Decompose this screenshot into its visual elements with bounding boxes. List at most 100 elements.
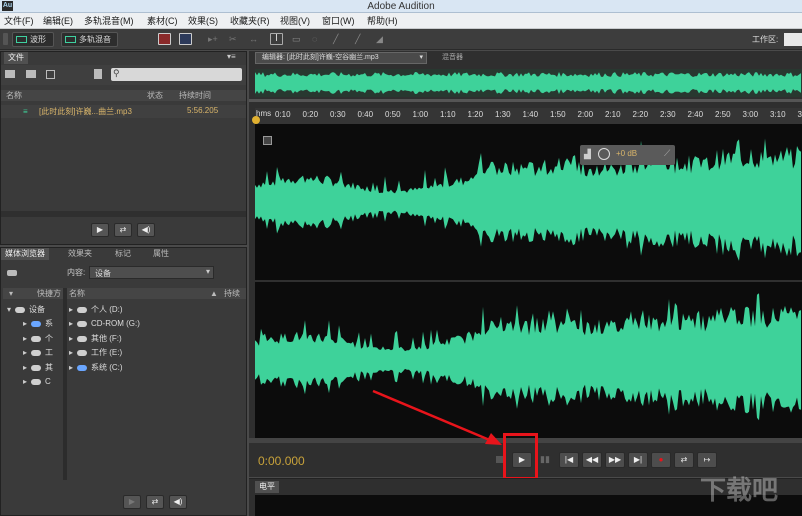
drive-icon [15, 306, 25, 313]
ruler-tick-label: 2:30 [660, 110, 676, 119]
razor-tool-icon[interactable]: ✂ [229, 33, 242, 45]
pin-icon[interactable]: ⟋ [664, 148, 670, 159]
tree-item[interactable]: ▸ 工 [23, 346, 53, 360]
menu-window[interactable]: 窗口(W) [322, 13, 355, 29]
autoplay-media-button[interactable]: ◀) [169, 495, 187, 509]
tree-item[interactable]: ▸ 系 [23, 317, 53, 331]
media-browser-panel: 媒体浏览器 效果夹 标记 属性 内容: 设备 ▾ ▾ 快捷方 ▾ 设备 ▸ 系 ▸ 个… [0, 247, 247, 516]
stamp-tool-icon[interactable]: ◢ [376, 33, 389, 45]
content-value: 设备 [95, 269, 111, 278]
tree-device[interactable]: ▾ 设备 [7, 303, 45, 317]
col-status[interactable]: 状态 [147, 90, 163, 101]
tab-effects-rack[interactable]: 效果夹 [64, 248, 96, 260]
file-name: [此时此刻]许巍...曲兰.mp3 [39, 107, 132, 116]
stop-icon[interactable] [496, 456, 503, 463]
spectral-icon[interactable] [158, 33, 171, 45]
menu-effects[interactable]: 效果(S) [188, 13, 218, 29]
go-start-button[interactable]: |◀ [559, 452, 579, 468]
file-row[interactable]: ≡ [此时此刻]许巍...曲兰.mp3 5:56.205 [1, 105, 246, 118]
drive-row[interactable]: ▸ 个人 (D:) [69, 303, 123, 317]
volume-knob-icon[interactable] [598, 148, 610, 160]
tab-properties[interactable]: 属性 [149, 248, 173, 260]
pitch-display-icon[interactable] [179, 33, 192, 45]
rewind-button[interactable]: ◀◀ [582, 452, 602, 468]
time-selection-tool-icon[interactable]: I [270, 33, 283, 45]
ruler-tick-label: 1:30 [495, 110, 511, 119]
drive-icon [77, 335, 87, 342]
overview-waveform[interactable] [255, 69, 802, 97]
fast-forward-button[interactable]: ▶▶ [605, 452, 625, 468]
menu-favorites[interactable]: 收藏夹(R) [230, 13, 270, 29]
ruler-tick-label: 2:20 [632, 110, 649, 119]
col-duration[interactable]: 持续 [224, 288, 240, 299]
col-duration[interactable]: 持续时间 [179, 90, 211, 101]
expand-icon[interactable]: ▾ [9, 288, 13, 299]
menu-clip[interactable]: 素材(C) [147, 13, 178, 29]
search-input[interactable]: ⚲ [111, 68, 242, 81]
drive-row[interactable]: ▸ 工作 (E:) [69, 346, 122, 360]
tree-item[interactable]: ▸ 其 [23, 361, 53, 375]
waveform-area[interactable]: ▟ +0 dB ⟋ [255, 124, 802, 438]
brush-tool-icon[interactable]: ╱ [333, 33, 346, 45]
menu-multitrack[interactable]: 多轨混音(M) [84, 13, 134, 29]
move-tool-icon[interactable]: ▸+ [208, 33, 221, 45]
new-file-icon[interactable] [46, 70, 55, 79]
skip-button[interactable]: ↦ [697, 452, 717, 468]
ruler-tick-label: 1:20 [467, 110, 484, 119]
system-drive-icon [77, 364, 87, 371]
menu-view[interactable]: 视图(V) [280, 13, 310, 29]
ruler-tick-label: 3:00 [742, 110, 759, 119]
files-scrollbar[interactable] [1, 211, 246, 217]
files-header: 名称 状态 持续时间 [1, 90, 246, 101]
content-select[interactable]: 设备 ▾ [89, 266, 214, 279]
panel-menu-icon[interactable]: ▾≡ [227, 52, 236, 61]
ruler-tick-label: 2:00 [577, 110, 594, 119]
multitrack-view-button[interactable]: 多轨混音 [61, 32, 118, 47]
import-file-icon[interactable] [26, 70, 36, 78]
waveform-view-button[interactable]: 波形 [12, 32, 54, 47]
splitter[interactable] [63, 288, 67, 480]
tab-media-browser[interactable]: 媒体浏览器 [1, 248, 49, 260]
tree-item[interactable]: ▸ C [23, 375, 51, 389]
tab-files[interactable]: 文件 [4, 52, 28, 64]
workspace-select[interactable] [784, 33, 802, 46]
tab-markers[interactable]: 标记 [111, 248, 135, 260]
col-name[interactable]: 名称 [6, 90, 22, 101]
playhead-handle[interactable] [252, 116, 260, 124]
ruler-tick-label: 3:10 [770, 110, 786, 119]
open-file-icon[interactable] [5, 70, 15, 78]
play-file-button[interactable]: ▶ [91, 223, 109, 237]
play-media-button[interactable]: ▶ [123, 495, 141, 509]
drive-row[interactable]: ▸ 系统 (C:) [69, 361, 123, 375]
zoom-bar[interactable] [249, 99, 802, 102]
spot-heal-tool-icon[interactable]: ╱ [355, 33, 368, 45]
autoplay-button[interactable]: ◀) [137, 223, 155, 237]
drive-row[interactable]: ▸ 其他 (F:) [69, 332, 122, 346]
ruler-tick-label: 1:10 [440, 110, 456, 119]
drive-row[interactable]: ▸ CD-ROM (G:) [69, 317, 140, 331]
menu-file[interactable]: 文件(F) [4, 13, 34, 29]
ruler-tick-label: 1:40 [522, 110, 539, 119]
tab-mixer[interactable]: 混音器 [442, 52, 463, 64]
loop-media-button[interactable]: ⇄ [146, 495, 164, 509]
tree-item[interactable]: ▸ 个 [23, 332, 53, 346]
loop-button[interactable]: ⇄ [674, 452, 694, 468]
shortcut-header: ▾ 快捷方 [3, 288, 63, 299]
tab-levels[interactable]: 电平 [255, 481, 279, 493]
col-name[interactable]: 名称 [69, 288, 85, 299]
record-button[interactable]: ● [651, 452, 671, 468]
multitrack-icon [65, 36, 76, 43]
pause-icon[interactable]: ▮▮ [540, 454, 550, 465]
lasso-tool-icon[interactable]: ◌ [312, 33, 325, 45]
channel-toggle-icon[interactable] [263, 136, 272, 145]
delete-icon[interactable] [94, 69, 102, 79]
hud-volume[interactable]: ▟ +0 dB ⟋ [580, 145, 675, 165]
go-end-button[interactable]: ▶| [628, 452, 648, 468]
loop-file-button[interactable]: ⇄ [114, 223, 132, 237]
menu-edit[interactable]: 编辑(E) [43, 13, 73, 29]
tab-editor[interactable]: 编辑器: [此时此刻]许巍-空谷幽兰.mp3 ▾ [255, 52, 427, 64]
menu-help[interactable]: 帮助(H) [367, 13, 398, 29]
slip-tool-icon[interactable]: ↔ [249, 33, 262, 45]
sort-icon[interactable]: ▲ [210, 288, 218, 299]
marquee-tool-icon[interactable]: ▭ [292, 33, 305, 45]
